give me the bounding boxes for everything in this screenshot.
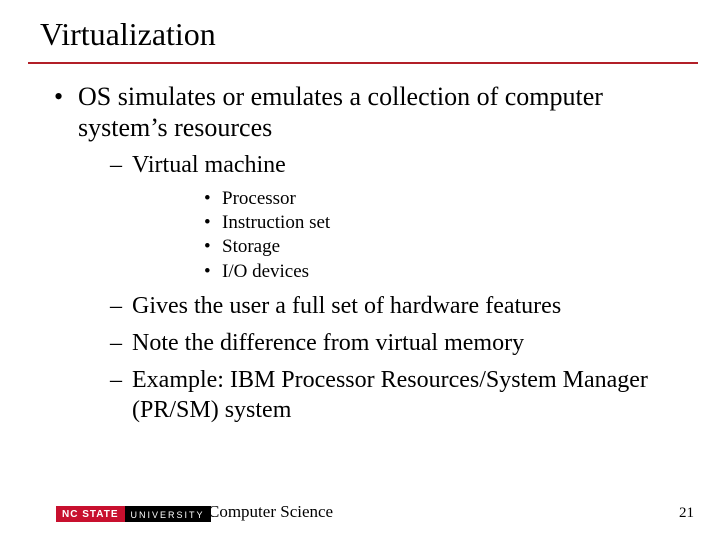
department-label: Computer Science xyxy=(208,502,333,522)
vm-item: I/O devices xyxy=(222,261,309,282)
bullet-level2: – Example: IBM Processor Resources/Syste… xyxy=(110,366,680,425)
slide-body: • OS simulates or emulates a collection … xyxy=(54,82,680,435)
gives-text: Gives the user a full set of hardware fe… xyxy=(132,293,561,319)
bullet-level2: – Note the difference from virtual memor… xyxy=(110,329,680,358)
bullet-level1: • OS simulates or emulates a collection … xyxy=(54,82,680,425)
example-text: Example: IBM Processor Resources/System … xyxy=(132,367,648,422)
bullet-small-icon: • xyxy=(204,211,211,235)
bullet-level3: • Instruction set xyxy=(204,211,680,235)
bullet-level3: • Storage xyxy=(204,235,680,259)
dash-icon: – xyxy=(110,329,122,358)
bullet-small-icon: • xyxy=(204,260,211,284)
logo-black-block: UNIVERSITY xyxy=(125,506,211,522)
bullet-level3-group: • Processor • Instruction set • Storage … xyxy=(204,187,680,284)
vm-item: Instruction set xyxy=(222,212,330,233)
main-point-text: OS simulates or emulates a collection of… xyxy=(78,82,603,142)
vm-item: Storage xyxy=(222,236,280,257)
vm-label: Virtual machine xyxy=(132,152,286,178)
logo-red-block: NC STATE xyxy=(56,506,125,522)
bullet-small-icon: • xyxy=(204,235,211,259)
dash-icon: – xyxy=(110,292,122,321)
dash-icon: – xyxy=(110,151,122,180)
dash-icon: – xyxy=(110,366,122,395)
bullet-small-icon: • xyxy=(204,187,211,211)
slide: Virtualization • OS simulates or emulate… xyxy=(0,0,720,540)
note-text: Note the difference from virtual memory xyxy=(132,330,524,356)
slide-title: Virtualization xyxy=(40,16,216,53)
bullet-level2: – Gives the user a full set of hardware … xyxy=(110,292,680,321)
title-underline xyxy=(28,62,698,64)
page-number: 21 xyxy=(679,505,694,522)
bullet-dot-icon: • xyxy=(54,82,63,113)
bullet-level3: • I/O devices xyxy=(204,260,680,284)
bullet-level3: • Processor xyxy=(204,187,680,211)
slide-footer: NC STATE UNIVERSITY Computer Science 21 xyxy=(0,498,720,522)
bullet-level2: – Virtual machine • Processor • Instruct… xyxy=(110,151,680,284)
vm-item: Processor xyxy=(222,188,296,209)
ncsu-logo: NC STATE UNIVERSITY xyxy=(56,506,211,522)
